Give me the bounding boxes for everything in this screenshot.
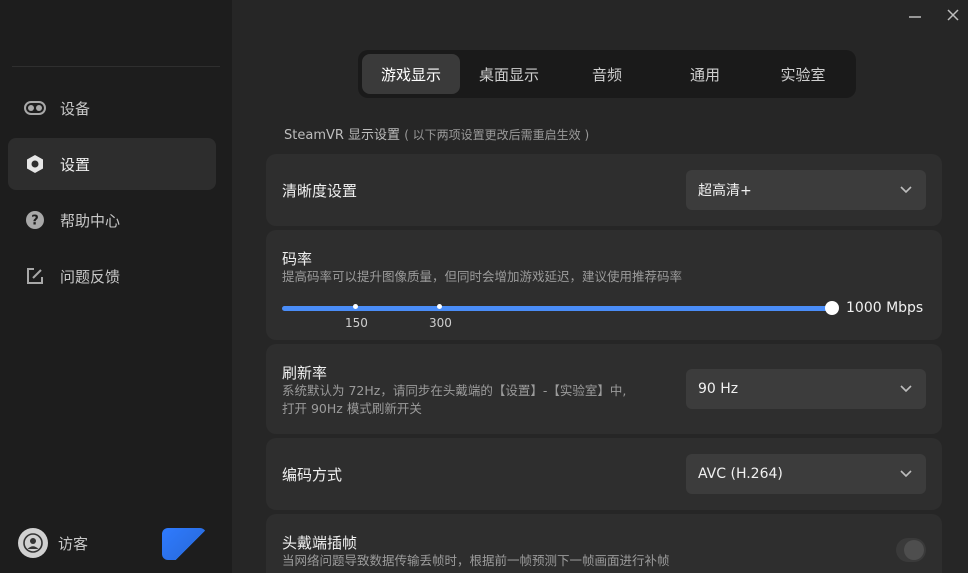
tab-general[interactable]: 通用 xyxy=(656,54,754,94)
minimize-button[interactable] xyxy=(904,4,926,26)
resolution-select[interactable]: 超高清+ xyxy=(686,170,926,210)
settings-tabbar: 游戏显示 桌面显示 音频 通用 实验室 xyxy=(358,50,856,98)
chevron-down-icon xyxy=(900,470,912,478)
sidebar-item-feedback[interactable]: 问题反馈 xyxy=(8,250,216,302)
section-title: SteamVR 显示设置 xyxy=(284,128,401,143)
resolution-card: 清晰度设置 超高清+ xyxy=(266,154,942,226)
close-icon xyxy=(947,9,959,21)
sidebar-item-settings[interactable]: 设置 xyxy=(8,138,216,190)
resolution-value: 超高清+ xyxy=(698,183,752,199)
encoding-value: AVC (H.264) xyxy=(698,466,783,482)
bitrate-tick-label: 150 xyxy=(345,316,368,330)
chevron-down-icon xyxy=(900,186,912,194)
section-note: ( 以下两项设置更改后需重启生效 ) xyxy=(404,128,590,142)
user-profile[interactable]: 访客 xyxy=(18,528,88,558)
bitrate-slider-thumb[interactable] xyxy=(825,301,839,315)
frame-interp-title: 头戴端插帧 xyxy=(282,534,358,552)
refresh-rate-value: 90 Hz xyxy=(698,381,739,397)
bitrate-value: 1000 Mbps xyxy=(846,300,924,316)
sidebar-item-label: 问题反馈 xyxy=(60,267,121,286)
bitrate-card: 码率 提高码率可以提升图像质量，但同时会增加游戏延迟，建议使用推荐码率 150 … xyxy=(266,230,942,340)
frame-interp-toggle[interactable] xyxy=(896,538,926,562)
feedback-edit-icon xyxy=(24,265,46,287)
app-window: 设备 设置 ? 帮助中心 问题反馈 访客 游戏显示 桌面显示 音频 通用 实验室… xyxy=(0,0,968,573)
brand-logo xyxy=(162,528,206,560)
help-icon: ? xyxy=(24,209,46,231)
resolution-title: 清晰度设置 xyxy=(282,182,358,200)
bitrate-tick-label: 300 xyxy=(429,316,452,330)
sidebar: 设备 设置 ? 帮助中心 问题反馈 访客 xyxy=(0,0,232,573)
bitrate-title: 码率 xyxy=(282,250,313,268)
bitrate-tick-150 xyxy=(353,304,358,309)
bitrate-slider-track[interactable] xyxy=(282,306,832,311)
vr-headset-icon xyxy=(24,97,46,119)
user-name: 访客 xyxy=(58,534,89,553)
bitrate-desc: 提高码率可以提升图像质量，但同时会增加游戏延迟，建议使用推荐码率 xyxy=(282,269,683,284)
sidebar-item-label: 设置 xyxy=(60,155,91,174)
section-heading: SteamVR 显示设置 ( 以下两项设置更改后需重启生效 ) xyxy=(284,124,589,143)
minimize-icon xyxy=(909,16,921,18)
tab-desktop-display[interactable]: 桌面显示 xyxy=(460,54,558,94)
toggle-knob xyxy=(904,540,924,560)
sidebar-item-help-center[interactable]: ? 帮助中心 xyxy=(8,194,216,246)
refresh-rate-desc-line1: 系统默认为 72Hz，请同步在头戴端的【设置】-【实验室】中, xyxy=(282,383,627,398)
chevron-down-icon xyxy=(900,385,912,393)
frame-interp-desc: 当网络问题导致数据传输丢帧时，根据前一帧预测下一帧画面进行补帧 xyxy=(282,553,670,568)
sidebar-item-label: 设备 xyxy=(60,99,91,118)
tab-audio[interactable]: 音频 xyxy=(558,54,656,94)
settings-hexagon-icon xyxy=(24,153,46,175)
encoding-card: 编码方式 AVC (H.264) xyxy=(266,438,942,510)
encoding-title: 编码方式 xyxy=(282,466,343,484)
bitrate-tick-300 xyxy=(437,304,442,309)
svg-text:?: ? xyxy=(31,214,39,229)
refresh-rate-title: 刷新率 xyxy=(282,364,328,382)
sidebar-divider xyxy=(12,66,220,67)
refresh-rate-card: 刷新率 系统默认为 72Hz，请同步在头戴端的【设置】-【实验室】中, 打开 9… xyxy=(266,344,942,434)
tab-lab[interactable]: 实验室 xyxy=(754,54,852,94)
close-button[interactable] xyxy=(942,4,964,26)
refresh-rate-select[interactable]: 90 Hz xyxy=(686,369,926,409)
sidebar-item-label: 帮助中心 xyxy=(60,211,121,230)
tab-game-display[interactable]: 游戏显示 xyxy=(362,54,460,94)
frame-interp-card: 头戴端插帧 当网络问题导致数据传输丢帧时，根据前一帧预测下一帧画面进行补帧 xyxy=(266,514,942,573)
refresh-rate-desc-line2: 打开 90Hz 模式刷新开关 xyxy=(282,401,422,416)
encoding-select[interactable]: AVC (H.264) xyxy=(686,454,926,494)
sidebar-item-devices[interactable]: 设备 xyxy=(8,82,216,134)
user-avatar-icon xyxy=(18,528,48,558)
